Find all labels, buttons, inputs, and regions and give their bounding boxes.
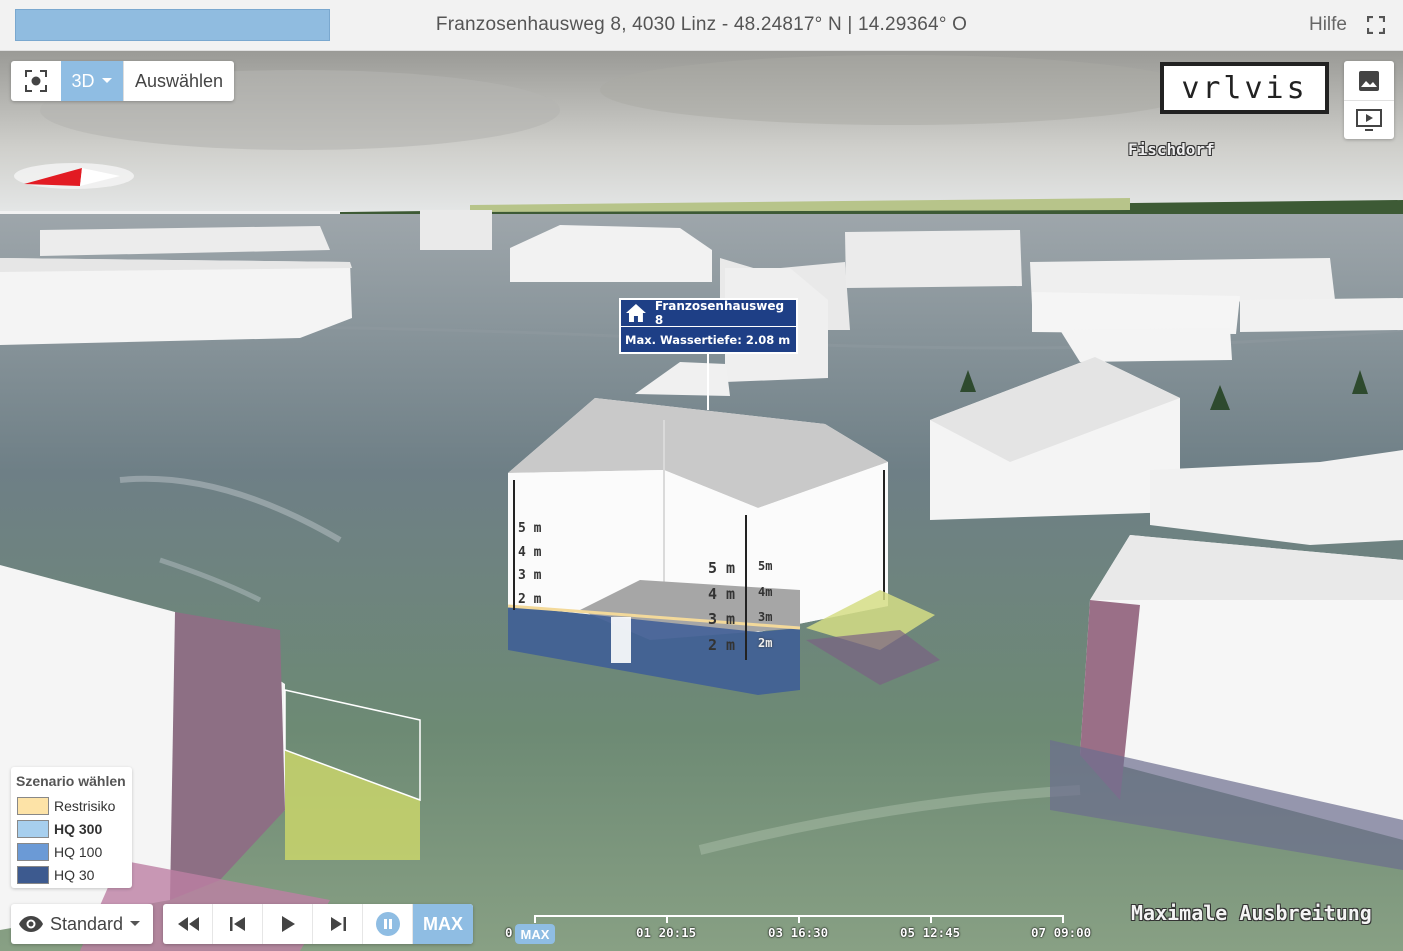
depth-label-side-2: 2m: [758, 636, 773, 650]
side-button-group: [1344, 61, 1394, 139]
map-3d-viewport[interactable]: [0, 51, 1403, 951]
depth-label-left-3: 3 m: [518, 568, 542, 583]
legend-title: Szenario wählen: [16, 773, 126, 789]
focus-button[interactable]: [11, 61, 61, 101]
legend-label: HQ 30: [54, 866, 95, 883]
depth-label-left-2: 2 m: [518, 592, 542, 607]
playback-controls: MAX: [163, 904, 473, 944]
timeline-tick-label: 0: [505, 925, 513, 940]
select-button[interactable]: Auswählen: [123, 61, 234, 101]
depth-label-front-5: 5 m: [708, 559, 736, 577]
depth-label-front-3: 3 m: [708, 610, 736, 628]
display-style-dropdown[interactable]: Standard: [11, 904, 153, 944]
skip-start-button[interactable]: [213, 904, 263, 944]
legend-item-hq30[interactable]: HQ 30: [16, 863, 132, 886]
timeline-tick: [1062, 915, 1064, 923]
view-mode-dropdown[interactable]: 3D: [61, 61, 123, 101]
timeline-handle[interactable]: MAX: [515, 924, 555, 944]
depth-label-side-4: 4m: [758, 585, 773, 599]
timeline-tick: [534, 915, 536, 923]
address-popup[interactable]: Franzosenhausweg 8 Max. Wassertiefe: 2.0…: [619, 298, 798, 354]
chevron-down-icon: [101, 78, 112, 83]
skip-forward-icon: [330, 917, 346, 931]
depth-label-left-4: 4 m: [518, 545, 542, 560]
skip-back-icon: [229, 917, 245, 931]
chevron-down-icon: [130, 921, 141, 926]
eye-icon: [19, 916, 43, 932]
display-style-label: Standard: [50, 913, 124, 934]
play-icon: [281, 916, 295, 932]
legend-swatch: [17, 842, 49, 861]
popup-water-depth: Max. Wassertiefe: 2.08 m: [625, 332, 791, 347]
play-button[interactable]: [263, 904, 313, 944]
home-icon: [625, 304, 646, 322]
image-icon: [1359, 70, 1379, 91]
depth-label-side-3: 3m: [758, 610, 773, 624]
rewind-icon: [177, 917, 199, 931]
legend-label: HQ 300: [54, 820, 103, 837]
timeline-status: Maximale Ausbreitung: [1131, 901, 1372, 925]
legend-label: Restrisiko: [54, 797, 116, 814]
legend-item-restrisiko[interactable]: Restrisiko: [16, 794, 132, 817]
timeline-slider[interactable]: 0 01 20:15 03 16:30 05 12:45 07 09:00 MA…: [500, 906, 1100, 946]
timeline-tick-label: 01 20:15: [636, 925, 697, 940]
depth-label-left-5: 5 m: [518, 521, 542, 536]
fullscreen-icon[interactable]: [1367, 16, 1385, 34]
flood-scene: [0, 51, 1403, 951]
timeline-tick: [930, 915, 932, 923]
timeline-tick-label: 05 12:45: [900, 925, 961, 940]
presentation-button[interactable]: [1344, 100, 1394, 139]
focus-target-icon: [25, 70, 47, 92]
help-link[interactable]: Hilfe: [1309, 14, 1347, 36]
depth-label-front-4: 4 m: [708, 585, 736, 603]
max-button[interactable]: MAX: [413, 904, 473, 944]
legend-label: HQ 100: [54, 843, 103, 860]
legend-swatch: [17, 865, 49, 884]
timeline-tick: [666, 915, 668, 923]
place-label-fischdorf: Fischdorf: [1128, 140, 1215, 159]
rewind-button[interactable]: [163, 904, 213, 944]
location-address: Franzosenhausweg 8, 4030 Linz - 48.24817…: [435, 14, 968, 35]
timeline-tick: [798, 915, 800, 923]
screenshot-button[interactable]: [1344, 61, 1394, 100]
legend-item-hq100[interactable]: HQ 100: [16, 840, 132, 863]
legend-swatch: [17, 796, 49, 815]
play-screen-icon: [1356, 109, 1382, 131]
legend-item-hq300[interactable]: HQ 300: [16, 817, 132, 840]
skip-end-button[interactable]: [313, 904, 363, 944]
depth-label-side-5: 5m: [758, 559, 773, 573]
vrvis-logo: vrlvis: [1160, 62, 1329, 114]
timeline-tick-label: 03 16:30: [768, 925, 829, 940]
view-mode-label: 3D: [71, 70, 95, 91]
pause-button[interactable]: [363, 904, 413, 944]
depth-label-front-2: 2 m: [708, 636, 736, 654]
top-bar: Franzosenhausweg 8, 4030 Linz - 48.24817…: [0, 0, 1403, 51]
popup-address: Franzosenhausweg 8: [654, 299, 785, 327]
timeline-tick-label: 07 09:00: [1031, 925, 1092, 940]
legend-swatch: [17, 819, 49, 838]
view-toolbar: 3D Auswählen: [11, 61, 235, 101]
pause-icon: [375, 912, 400, 936]
scenario-legend: Szenario wählen Restrisiko HQ 300 HQ 100…: [11, 767, 132, 888]
